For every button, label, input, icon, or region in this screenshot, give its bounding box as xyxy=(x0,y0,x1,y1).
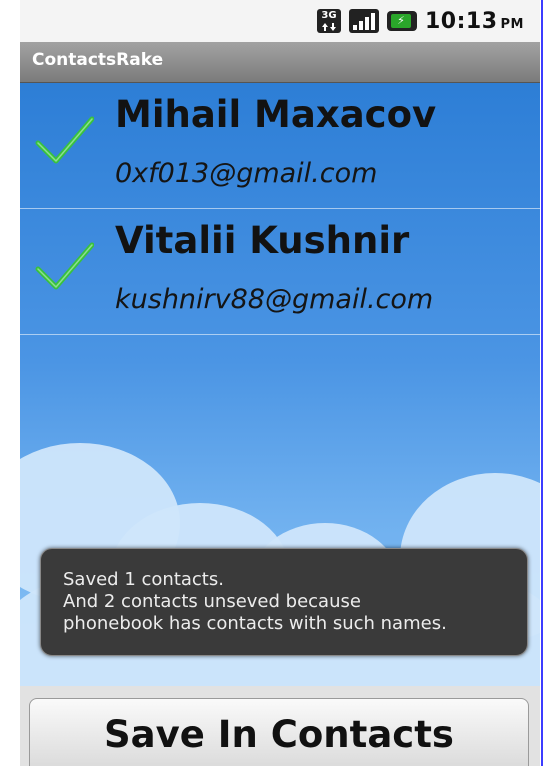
contact-list: Mihail Maxacov 0xf013@gmail.com Vitalii … xyxy=(20,83,540,335)
checkmark-icon xyxy=(35,116,94,164)
toast-line: phonebook has contacts with such names. xyxy=(63,613,447,634)
clock: 10:13 PM xyxy=(425,9,524,34)
signal-strength-icon xyxy=(349,9,379,33)
app-title: ContactsRake xyxy=(32,50,164,70)
toast-line: Saved 1 contacts. xyxy=(63,569,224,590)
contact-email: 0xf013@gmail.com xyxy=(115,158,378,189)
clock-ampm: PM xyxy=(500,16,524,32)
status-bar: 3G ⚡ 10:13 PM xyxy=(20,0,540,42)
status-icons: 3G ⚡ 10:13 PM xyxy=(317,0,524,42)
phone-screen: 3G ⚡ 10:13 PM ContactsRake Mihail Maxaco… xyxy=(20,0,540,766)
data-arrows-icon xyxy=(322,23,336,31)
contact-item[interactable]: Vitalii Kushnir kushnirv88@gmail.com xyxy=(20,209,540,335)
save-in-contacts-button[interactable]: Save In Contacts xyxy=(29,698,529,766)
contact-email: kushnirv88@gmail.com xyxy=(115,284,434,315)
bottom-bar: Save In Contacts xyxy=(20,686,540,766)
screen-edge-line xyxy=(541,0,543,766)
contact-name: Mihail Maxacov xyxy=(115,93,437,136)
network-label: 3G xyxy=(321,10,337,21)
contact-name: Vitalii Kushnir xyxy=(115,219,410,262)
clock-time: 10:13 xyxy=(425,8,498,34)
app-title-bar: ContactsRake xyxy=(20,42,540,83)
save-button-label: Save In Contacts xyxy=(104,713,454,756)
contact-item[interactable]: Mihail Maxacov 0xf013@gmail.com xyxy=(20,83,540,209)
battery-charging-icon: ⚡ xyxy=(387,11,417,31)
toast-line: And 2 contacts unseved because xyxy=(63,591,361,612)
toast-message: Saved 1 contacts. And 2 contacts unseved… xyxy=(40,548,528,656)
network-3g-icon: 3G xyxy=(317,9,341,33)
checkmark-icon xyxy=(35,242,94,290)
